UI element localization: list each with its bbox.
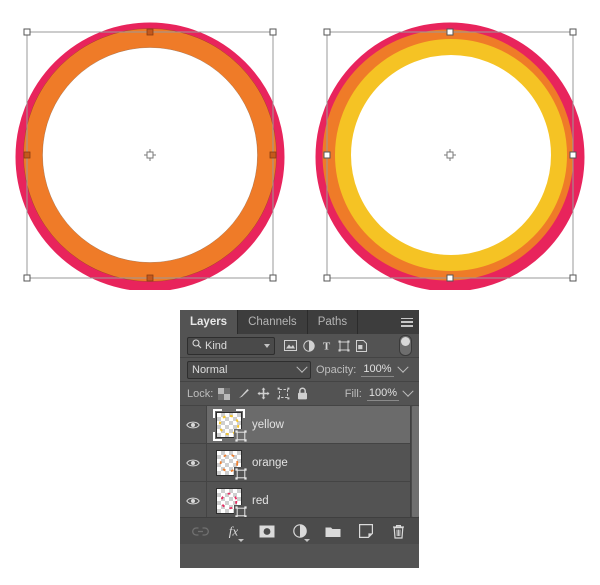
layer-style-button[interactable]: fx (224, 522, 244, 542)
eye-icon (186, 497, 200, 504)
opacity-value[interactable]: 100% (361, 363, 394, 377)
filter-kind-select[interactable]: Kind (187, 336, 275, 355)
layer-body[interactable]: red (207, 482, 419, 517)
opacity-label: Opacity: (316, 363, 357, 376)
vector-mask-badge-icon (234, 466, 248, 481)
layer-body[interactable]: yellow (207, 406, 419, 443)
canvas-area (0, 0, 600, 300)
layer-name: orange (252, 456, 288, 469)
adjustment-layer-button[interactable] (290, 522, 310, 542)
link-icon (192, 526, 209, 536)
layer-thumbnail-wrap[interactable] (214, 448, 248, 481)
filter-enable-toggle[interactable] (399, 335, 412, 356)
chevron-down-icon (296, 361, 308, 373)
tab-paths[interactable]: Paths (307, 310, 359, 334)
blend-mode-select[interactable]: Normal (187, 360, 311, 379)
layer-filter-row: Kind T (180, 334, 419, 358)
fill-value[interactable]: 100% (366, 387, 399, 401)
layer-thumbnail-wrap[interactable] (214, 486, 248, 517)
type-layer-filter-icon[interactable]: T (321, 340, 332, 352)
smart-object-filter-icon[interactable] (356, 339, 367, 352)
layer-row[interactable]: red (180, 482, 419, 517)
fill-label: Fill: (344, 387, 362, 400)
adjustment-layer-filter-icon[interactable] (303, 339, 315, 352)
lock-label: Lock: (187, 387, 214, 400)
layer-row[interactable]: yellow (180, 406, 419, 444)
hamburger-bars (401, 317, 413, 327)
vector-mask-badge-icon (234, 504, 248, 517)
artwork-right-three-ring-circle[interactable] (305, 10, 595, 290)
layer-visibility-toggle[interactable] (180, 406, 207, 443)
lock-image-pixels-icon[interactable] (237, 387, 250, 400)
layer-list: yellow orange red (180, 406, 419, 517)
magnifier-icon (192, 339, 202, 352)
layers-panel: Layers Channels Paths Kind T Normal Opac… (180, 310, 419, 568)
folder-icon (325, 527, 340, 537)
tab-layers-label: Layers (190, 316, 228, 328)
hamburger-menu-icon[interactable] (395, 310, 419, 334)
layer-visibility-toggle[interactable] (180, 444, 207, 481)
blend-mode-row: Normal Opacity: 100% (180, 358, 419, 382)
chevron-down-icon (264, 343, 270, 348)
lock-all-icon[interactable] (297, 387, 308, 400)
new-layer-button[interactable] (356, 522, 375, 541)
lock-row: Lock: Fill: 100% (180, 382, 419, 406)
panel-tab-bar: Layers Channels Paths (180, 310, 419, 334)
opacity-chevron-down-icon[interactable] (396, 361, 409, 373)
eye-icon (186, 459, 200, 466)
layer-name: yellow (252, 418, 284, 431)
layer-list-scrollbar-thumb[interactable] (412, 406, 419, 517)
layer-mask-button[interactable] (257, 522, 276, 541)
layer-visibility-toggle[interactable] (180, 482, 207, 517)
vector-mask-badge-icon (234, 428, 248, 443)
new-group-button[interactable] (323, 522, 342, 541)
eye-icon (186, 421, 200, 428)
tab-bar-filler (358, 310, 395, 334)
layer-body[interactable]: orange (207, 444, 419, 481)
blend-mode-value: Normal (192, 363, 228, 376)
fx-chevron-down-icon (238, 538, 244, 542)
lock-transparent-pixels-icon[interactable] (218, 387, 231, 400)
delete-layer-button[interactable] (389, 522, 408, 541)
svg-text:fx: fx (229, 524, 239, 538)
layer-row[interactable]: orange (180, 444, 419, 482)
tab-layers[interactable]: Layers (180, 310, 239, 334)
svg-text:T: T (323, 341, 331, 352)
adjustment-chevron-down-icon (304, 538, 310, 542)
lock-position-icon[interactable] (257, 387, 270, 400)
layer-list-scrollbar[interactable] (410, 406, 419, 517)
filter-icon-group: T (284, 339, 367, 352)
new-layer-icon (358, 524, 373, 538)
layers-panel-footer: fx (180, 517, 419, 544)
trash-icon (393, 524, 404, 539)
pixel-layer-filter-icon[interactable] (284, 340, 297, 351)
shape-layer-filter-icon[interactable] (338, 340, 350, 352)
lock-icon-group (218, 387, 308, 400)
transform-reference-point (444, 149, 456, 161)
tab-channels-label: Channels (248, 316, 297, 328)
artwork-left-two-ring-circle[interactable] (5, 10, 295, 290)
filter-kind-label: Kind (205, 339, 228, 352)
layer-thumbnail-wrap[interactable] (213, 408, 248, 443)
layer-name: red (252, 494, 269, 507)
lock-artboard-nesting-icon[interactable] (277, 387, 290, 400)
fx-icon: fx (229, 524, 239, 538)
transform-reference-point (144, 149, 156, 161)
mask-icon (259, 525, 274, 537)
fill-chevron-down-icon[interactable] (402, 385, 414, 397)
link-layers-button[interactable] (191, 522, 210, 541)
tab-paths-label: Paths (317, 316, 348, 328)
adjustment-icon (292, 524, 307, 538)
tab-channels[interactable]: Channels (238, 310, 308, 334)
